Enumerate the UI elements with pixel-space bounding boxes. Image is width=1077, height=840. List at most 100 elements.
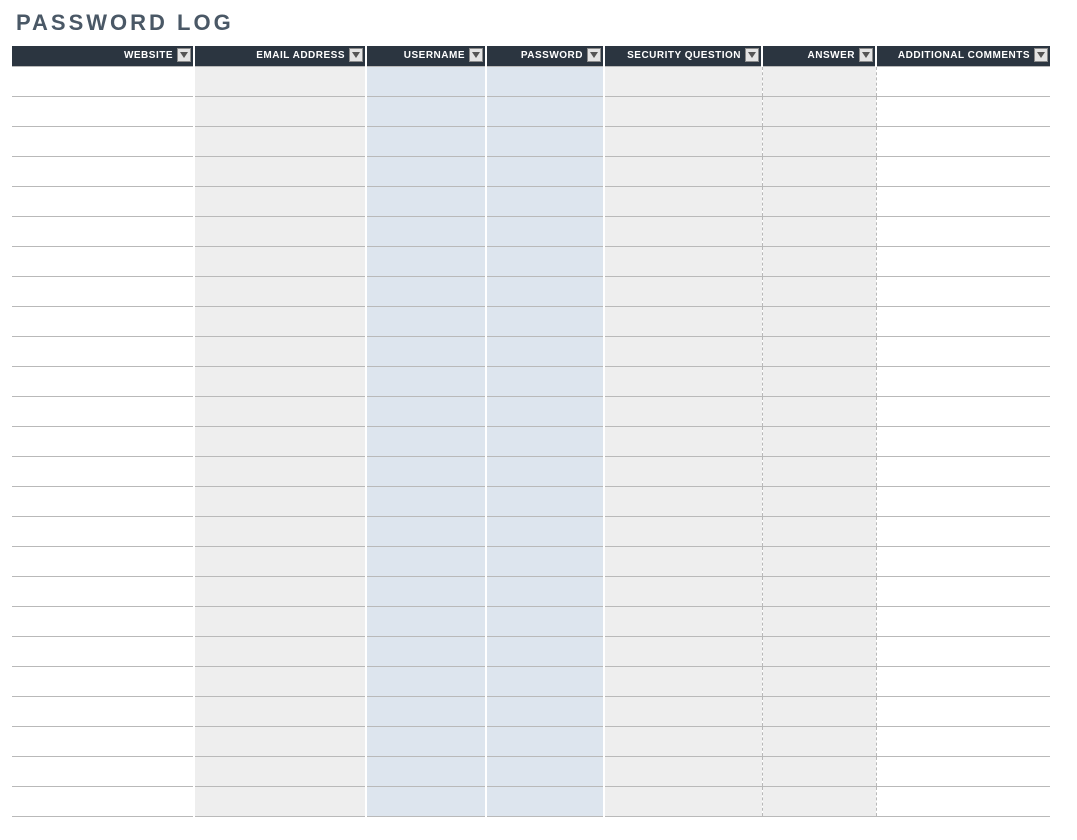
cell-answer[interactable]: [762, 636, 876, 666]
filter-dropdown-icon[interactable]: [1034, 48, 1048, 62]
cell-username[interactable]: [366, 636, 486, 666]
cell-answer[interactable]: [762, 276, 876, 306]
cell-email[interactable]: [194, 426, 366, 456]
cell-password[interactable]: [486, 276, 604, 306]
cell-password[interactable]: [486, 126, 604, 156]
filter-dropdown-icon[interactable]: [745, 48, 759, 62]
cell-security[interactable]: [604, 636, 762, 666]
cell-password[interactable]: [486, 606, 604, 636]
cell-username[interactable]: [366, 666, 486, 696]
cell-username[interactable]: [366, 576, 486, 606]
cell-email[interactable]: [194, 456, 366, 486]
cell-password[interactable]: [486, 186, 604, 216]
cell-answer[interactable]: [762, 96, 876, 126]
column-header-password[interactable]: PASSWORD: [486, 46, 604, 66]
cell-comments[interactable]: [876, 696, 1050, 726]
cell-password[interactable]: [486, 726, 604, 756]
cell-username[interactable]: [366, 546, 486, 576]
cell-password[interactable]: [486, 366, 604, 396]
cell-username[interactable]: [366, 696, 486, 726]
cell-comments[interactable]: [876, 96, 1050, 126]
cell-security[interactable]: [604, 726, 762, 756]
cell-website[interactable]: [12, 336, 194, 366]
cell-email[interactable]: [194, 486, 366, 516]
cell-website[interactable]: [12, 636, 194, 666]
cell-email[interactable]: [194, 786, 366, 816]
cell-password[interactable]: [486, 546, 604, 576]
cell-comments[interactable]: [876, 636, 1050, 666]
cell-comments[interactable]: [876, 486, 1050, 516]
cell-username[interactable]: [366, 756, 486, 786]
cell-comments[interactable]: [876, 66, 1050, 96]
cell-security[interactable]: [604, 666, 762, 696]
cell-security[interactable]: [604, 216, 762, 246]
cell-password[interactable]: [486, 216, 604, 246]
cell-website[interactable]: [12, 156, 194, 186]
cell-answer[interactable]: [762, 186, 876, 216]
cell-website[interactable]: [12, 96, 194, 126]
cell-username[interactable]: [366, 516, 486, 546]
cell-password[interactable]: [486, 156, 604, 186]
cell-email[interactable]: [194, 156, 366, 186]
column-header-answer[interactable]: ANSWER: [762, 46, 876, 66]
cell-answer[interactable]: [762, 756, 876, 786]
cell-answer[interactable]: [762, 786, 876, 816]
cell-password[interactable]: [486, 486, 604, 516]
cell-comments[interactable]: [876, 546, 1050, 576]
cell-answer[interactable]: [762, 726, 876, 756]
cell-security[interactable]: [604, 426, 762, 456]
cell-comments[interactable]: [876, 246, 1050, 276]
cell-comments[interactable]: [876, 306, 1050, 336]
cell-comments[interactable]: [876, 666, 1050, 696]
cell-password[interactable]: [486, 666, 604, 696]
cell-answer[interactable]: [762, 66, 876, 96]
cell-username[interactable]: [366, 246, 486, 276]
cell-email[interactable]: [194, 246, 366, 276]
column-header-comments[interactable]: ADDITIONAL COMMENTS: [876, 46, 1050, 66]
cell-username[interactable]: [366, 396, 486, 426]
cell-email[interactable]: [194, 606, 366, 636]
cell-security[interactable]: [604, 126, 762, 156]
cell-security[interactable]: [604, 696, 762, 726]
cell-website[interactable]: [12, 306, 194, 336]
cell-email[interactable]: [194, 696, 366, 726]
cell-username[interactable]: [366, 426, 486, 456]
cell-password[interactable]: [486, 426, 604, 456]
cell-username[interactable]: [366, 66, 486, 96]
cell-security[interactable]: [604, 366, 762, 396]
cell-security[interactable]: [604, 606, 762, 636]
cell-website[interactable]: [12, 696, 194, 726]
cell-comments[interactable]: [876, 126, 1050, 156]
cell-security[interactable]: [604, 486, 762, 516]
filter-dropdown-icon[interactable]: [469, 48, 483, 62]
cell-security[interactable]: [604, 456, 762, 486]
cell-answer[interactable]: [762, 396, 876, 426]
cell-username[interactable]: [366, 156, 486, 186]
cell-security[interactable]: [604, 96, 762, 126]
cell-website[interactable]: [12, 216, 194, 246]
cell-security[interactable]: [604, 156, 762, 186]
cell-comments[interactable]: [876, 336, 1050, 366]
cell-username[interactable]: [366, 96, 486, 126]
cell-username[interactable]: [366, 186, 486, 216]
cell-comments[interactable]: [876, 366, 1050, 396]
cell-password[interactable]: [486, 516, 604, 546]
cell-password[interactable]: [486, 576, 604, 606]
cell-security[interactable]: [604, 786, 762, 816]
cell-password[interactable]: [486, 246, 604, 276]
cell-answer[interactable]: [762, 156, 876, 186]
column-header-username[interactable]: USERNAME: [366, 46, 486, 66]
filter-dropdown-icon[interactable]: [859, 48, 873, 62]
cell-email[interactable]: [194, 666, 366, 696]
cell-answer[interactable]: [762, 216, 876, 246]
cell-security[interactable]: [604, 576, 762, 606]
cell-email[interactable]: [194, 216, 366, 246]
filter-dropdown-icon[interactable]: [177, 48, 191, 62]
cell-website[interactable]: [12, 126, 194, 156]
cell-security[interactable]: [604, 306, 762, 336]
cell-comments[interactable]: [876, 156, 1050, 186]
cell-email[interactable]: [194, 126, 366, 156]
cell-website[interactable]: [12, 606, 194, 636]
cell-comments[interactable]: [876, 276, 1050, 306]
column-header-website[interactable]: WEBSITE: [12, 46, 194, 66]
